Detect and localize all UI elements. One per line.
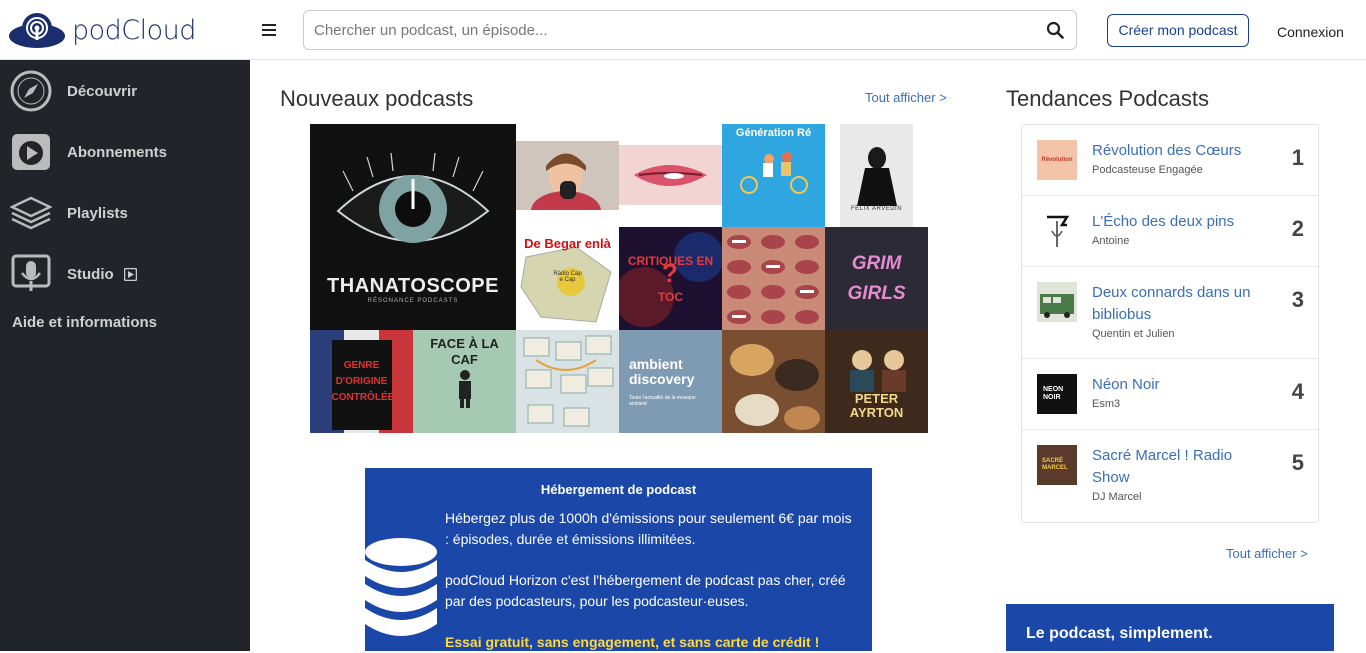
bottom-card: Le podcast, simplement. <box>1006 604 1334 651</box>
sidebar-item-label: Découvrir <box>67 82 138 100</box>
new-podcasts-see-all-link[interactable]: Tout afficher > <box>865 90 947 105</box>
podcast-tile-ambient-discovery[interactable]: ambient discovery Toute l'actualité de l… <box>619 330 722 433</box>
trend-item[interactable]: L'Écho des deux pins Antoine 2 <box>1022 196 1318 267</box>
thumb-text: Révolution <box>1041 157 1073 163</box>
podcast-tile-generation-re[interactable]: Génération Ré <box>722 124 825 227</box>
sidebar: Découvrir Abonnements Playlists Studio A… <box>0 60 250 651</box>
podcloud-logo-icon <box>9 13 65 48</box>
podcast-tile-thanatoscope[interactable]: THANATOSCOPE RÉSONANCE PODCASTS <box>310 124 516 330</box>
sidebar-item-label: Playlists <box>67 204 128 222</box>
trend-author: Esm3 <box>1092 398 1121 410</box>
trend-title[interactable]: Révolution des Cœurs <box>1092 140 1272 162</box>
trend-title[interactable]: Néon Noir <box>1092 374 1272 396</box>
microphone-icon <box>10 253 52 295</box>
bottom-card-text: Le podcast, simplement. <box>1026 625 1213 642</box>
trend-author: DJ Marcel <box>1092 491 1142 503</box>
search-icon[interactable] <box>1046 21 1064 39</box>
promo-text-2: podCloud Horizon c'est l'hébergement de … <box>445 572 846 609</box>
tile-subtitle: Toute l'actualité de la musique ambient <box>629 394 696 407</box>
trend-item[interactable]: NEON NOIR Néon Noir Esm3 4 <box>1022 359 1318 430</box>
trends-see-all-link[interactable]: Tout afficher > <box>1226 546 1308 561</box>
podcast-tile-seeds[interactable] <box>722 330 825 433</box>
podcast-tile-mouths[interactable] <box>722 227 825 330</box>
trend-thumbnail <box>1037 211 1077 251</box>
podcast-tile-woman-mic[interactable] <box>516 141 619 210</box>
logo[interactable]: podCloud <box>8 12 196 48</box>
podcast-tile-genre-origine[interactable]: GENRE D'ORIGINE CONTRÔLÉE <box>310 330 413 433</box>
promo-text-1: Hébergez plus de 1000h d'émissions pour … <box>445 510 852 547</box>
eye-illustration <box>336 152 490 243</box>
trend-item[interactable]: Deux connards dans un bibliobus Quentin … <box>1022 267 1318 359</box>
trend-rank: 5 <box>1291 450 1304 475</box>
promo-cta[interactable]: Essai gratuit, sans engagement, et sans … <box>445 632 855 653</box>
tile-title: PETER AYRTON <box>849 390 904 420</box>
trend-title[interactable]: L'Écho des deux pins <box>1092 211 1272 233</box>
tile-title: CRITIQUES EN TOC <box>627 253 714 304</box>
tile-title: ambient discovery <box>629 355 695 387</box>
trends-list: Révolution Révolution des Cœurs Podcaste… <box>1021 124 1319 523</box>
podcast-tile-de-begar-enla[interactable]: De Begar enlà Ràdio Cap e Cap <box>516 227 619 330</box>
tile-subtitle: Ràdio Cap e Cap <box>553 271 582 283</box>
sidebar-item-label: Abonnements <box>67 143 168 161</box>
tile-title: GENRE D'ORIGINE CONTRÔLÉE <box>331 359 395 403</box>
thumb-text: NEON NOIR <box>1043 386 1064 401</box>
search-box <box>303 10 1077 50</box>
tile-title: FÉLIX ARVEDIN <box>850 205 903 212</box>
hosting-promo: Hébergement de podcast Hébergez plus de … <box>365 468 872 651</box>
sidebar-item-playlists[interactable]: Playlists <box>10 192 128 234</box>
play-icon <box>10 131 52 173</box>
sidebar-item-label: Studio <box>67 265 114 283</box>
tile-subtitle: RÉSONANCE PODCASTS <box>367 297 459 304</box>
trend-thumbnail: NEON NOIR <box>1037 374 1077 414</box>
external-play-icon <box>123 267 137 281</box>
tile-title: De Begar enlà <box>524 236 611 251</box>
podcast-tile-lips[interactable] <box>619 145 722 205</box>
trend-author: Podcasteuse Engagée <box>1092 164 1203 176</box>
trend-author: Antoine <box>1092 235 1130 247</box>
trend-item[interactable]: Révolution Révolution des Cœurs Podcaste… <box>1022 125 1318 196</box>
sidebar-item-decouvrir[interactable]: Découvrir <box>10 70 137 112</box>
podcast-tile-critiques-en-toc[interactable]: ? CRITIQUES EN TOC <box>619 227 722 330</box>
podcast-tile-felix[interactable]: FÉLIX ARVEDIN <box>840 124 913 227</box>
compass-icon <box>10 70 52 112</box>
help-link[interactable]: Aide et informations <box>12 314 157 331</box>
logo-text: podCloud <box>72 14 196 46</box>
sidebar-item-studio[interactable]: Studio <box>10 253 137 295</box>
database-icon <box>365 538 437 636</box>
podcast-grid: THANATOSCOPE RÉSONANCE PODCASTS Générati… <box>310 124 928 433</box>
trend-author: Quentin et Julien <box>1092 328 1175 340</box>
trends-title: Tendances Podcasts <box>1006 86 1210 111</box>
top-bar: podCloud Créer mon podcast Connexion <box>0 0 1366 60</box>
podcast-tile-map-cards[interactable] <box>516 330 619 433</box>
tile-title: THANATOSCOPE <box>327 274 499 297</box>
promo-title: Hébergement de podcast <box>540 482 697 497</box>
new-podcasts-title: Nouveaux podcasts <box>280 86 474 111</box>
trend-thumbnail: Révolution <box>1037 140 1077 180</box>
layers-icon <box>10 192 52 234</box>
tile-title: Génération Ré <box>735 126 812 139</box>
trend-rank: 2 <box>1291 216 1304 241</box>
login-link[interactable]: Connexion <box>1277 24 1344 40</box>
tile-title: GRIM GIRLS <box>847 252 906 304</box>
podcast-tile-face-caf[interactable]: FACE À LA CAF <box>413 330 516 433</box>
trend-title[interactable]: Sacré Marcel ! Radio Show <box>1092 445 1272 489</box>
tile-title: FACE À LA CAF <box>430 335 499 367</box>
trend-title[interactable]: Deux connards dans un bibliobus <box>1092 282 1272 326</box>
trend-thumbnail <box>1037 282 1077 322</box>
sidebar-item-abonnements[interactable]: Abonnements <box>10 131 167 173</box>
trend-rank: 3 <box>1291 287 1304 312</box>
podcast-tile-peter-ayrton[interactable]: PETER AYRTON <box>825 330 928 433</box>
trend-thumbnail: SACRÉ MARCEL <box>1037 445 1077 485</box>
trend-rank: 1 <box>1291 145 1304 170</box>
podcast-tile-grim-girls[interactable]: GRIM GIRLS <box>825 227 928 330</box>
menu-icon[interactable] <box>262 24 276 36</box>
create-podcast-button[interactable]: Créer mon podcast <box>1107 14 1249 47</box>
trend-rank: 4 <box>1291 379 1304 404</box>
search-input[interactable] <box>314 11 1034 49</box>
trend-item[interactable]: SACRÉ MARCEL Sacré Marcel ! Radio Show D… <box>1022 430 1318 522</box>
thumb-text: SACRÉ MARCEL <box>1042 458 1068 471</box>
